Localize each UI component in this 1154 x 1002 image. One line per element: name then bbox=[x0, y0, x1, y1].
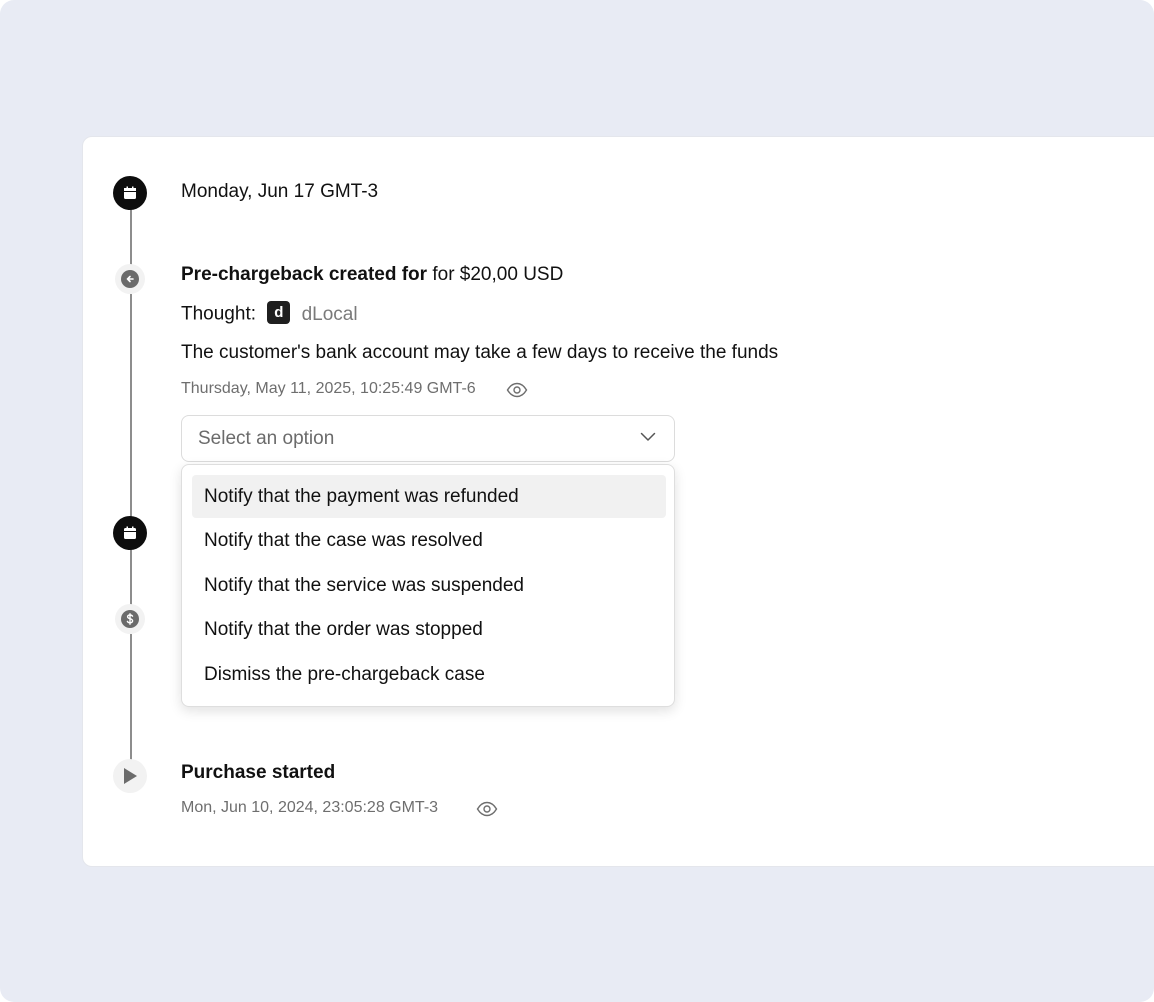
event-title-amount: for $20,00 USD bbox=[432, 264, 564, 285]
event-timestamp: Mon, Jun 10, 2024, 23:05:28 GMT-3 bbox=[181, 799, 439, 816]
event-node bbox=[115, 264, 145, 294]
thought-row: Thought: d dLocal bbox=[181, 301, 358, 326]
calendar-icon bbox=[113, 176, 147, 210]
event-title: Purchase started bbox=[181, 762, 335, 784]
event-timestamp: Thursday, May 11, 2025, 10:25:49 GMT-6 bbox=[181, 380, 476, 397]
thought-label: Thought: bbox=[181, 303, 256, 325]
dlocal-logo-icon: d bbox=[267, 301, 291, 324]
arrow-left-icon bbox=[121, 270, 139, 288]
chevron-down-icon bbox=[640, 432, 656, 441]
purchase-started-title: Purchase started bbox=[181, 762, 336, 783]
calendar-icon bbox=[113, 516, 147, 550]
action-select[interactable]: Select an option bbox=[181, 415, 675, 462]
timeline-line bbox=[130, 294, 132, 519]
select-placeholder: Select an option bbox=[198, 427, 335, 449]
eye-icon[interactable] bbox=[506, 382, 528, 398]
dollar-icon bbox=[121, 610, 139, 628]
timeline-line bbox=[130, 209, 132, 265]
timeline-line bbox=[130, 634, 132, 760]
option-item[interactable]: Notify that the case was resolved bbox=[192, 519, 666, 562]
event-node bbox=[115, 604, 145, 634]
option-item[interactable]: Notify that the service was suspended bbox=[192, 564, 666, 607]
play-icon bbox=[113, 759, 147, 793]
event-title-bold: Pre-chargeback created for bbox=[181, 264, 428, 285]
eye-icon[interactable] bbox=[476, 801, 498, 817]
timeline-line bbox=[130, 549, 132, 605]
options-dropdown: Notify that the payment was refunded Not… bbox=[181, 464, 675, 707]
thought-source: dLocal bbox=[301, 303, 358, 325]
option-item[interactable]: Notify that the payment was refunded bbox=[192, 475, 666, 518]
date-header: Monday, Jun 17 GMT-3 bbox=[181, 181, 379, 202]
option-item[interactable]: Notify that the order was stopped bbox=[192, 608, 666, 651]
event-message: The customer's bank account may take a f… bbox=[181, 342, 779, 363]
option-item[interactable]: Dismiss the pre-chargeback case bbox=[192, 653, 666, 696]
event-title: Pre-chargeback created for for $20,00 US… bbox=[181, 264, 563, 286]
